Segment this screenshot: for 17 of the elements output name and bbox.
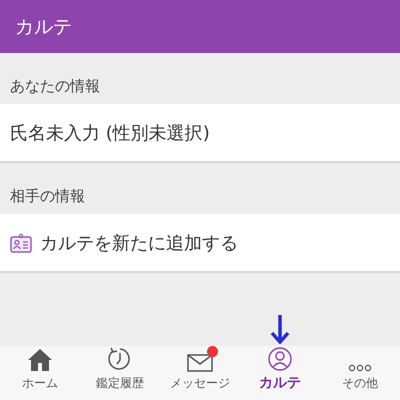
section-label: 相手の情報	[9, 186, 86, 207]
more-icon	[348, 364, 372, 372]
down-arrow-icon	[270, 314, 290, 344]
list-row[interactable]: カルテを新たに追加する	[0, 214, 400, 273]
section-label: あなたの情報	[9, 76, 101, 97]
history-icon	[107, 346, 133, 372]
person-icon	[268, 347, 292, 371]
tab-item[interactable]: その他	[320, 346, 400, 400]
envelope-icon	[187, 352, 213, 372]
tab-item[interactable]: ホーム	[0, 346, 80, 400]
notification-dot	[207, 346, 218, 357]
tab-item[interactable]: カルテ	[240, 346, 320, 400]
id-card-icon	[10, 232, 32, 252]
tab-item[interactable]: 鑑定履歴	[80, 346, 160, 400]
tab-item[interactable]: メッセージ	[160, 346, 240, 400]
page-title: カルテ	[15, 14, 72, 40]
list-row[interactable]: 氏名未入力 (性別未選択)	[0, 104, 400, 163]
